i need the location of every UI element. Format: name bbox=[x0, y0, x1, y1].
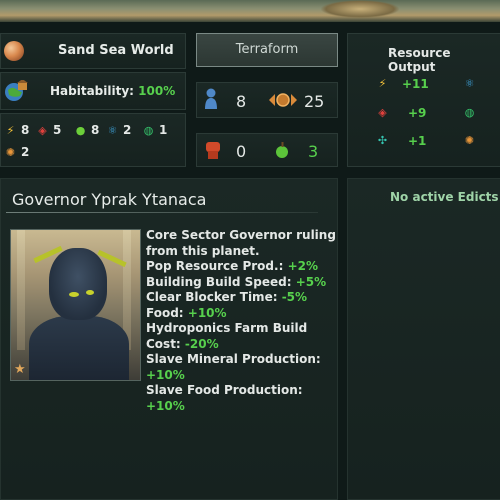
habitability-label-text: Habitability: bbox=[50, 84, 134, 98]
minerals-icon: ◈ bbox=[378, 106, 387, 119]
habitability-label: Habitability: 100% bbox=[50, 84, 175, 98]
portrait-body bbox=[29, 316, 129, 380]
edicts-panel bbox=[347, 178, 500, 500]
food-icon bbox=[275, 142, 289, 158]
resource-research[interactable]: ⚛ 2 bbox=[106, 123, 132, 137]
resource-research-value: 2 bbox=[123, 123, 132, 137]
resource-food-value: 8 bbox=[91, 123, 100, 137]
output-energy-value: +11 bbox=[402, 77, 429, 91]
research-icon: ⚛ bbox=[107, 123, 118, 137]
trade-icon: ◍ bbox=[143, 123, 154, 137]
trait-line: Slave Mineral Production: +10% bbox=[146, 352, 336, 383]
portrait-pillar bbox=[17, 230, 25, 350]
trait-label: Hydroponics Farm Build Cost: bbox=[146, 321, 308, 351]
trait-line: Building Build Speed: +5% bbox=[146, 275, 336, 291]
energy-icon: ⚡ bbox=[378, 77, 387, 90]
resource-energy[interactable]: ⚡ 8 bbox=[4, 123, 30, 137]
trait-line: Clear Blocker Time: -5% bbox=[146, 290, 336, 306]
housing-icon bbox=[268, 90, 298, 110]
planet-banner-image bbox=[0, 0, 500, 22]
governor-portrait[interactable] bbox=[10, 229, 141, 381]
pop-icon bbox=[204, 88, 218, 110]
trait-label: Building Build Speed: bbox=[146, 274, 292, 289]
trait-line: Slave Food Production: +10% bbox=[146, 383, 336, 414]
resource-food[interactable]: ● 8 bbox=[74, 123, 100, 137]
planet-icon bbox=[4, 41, 24, 61]
trait-label: Food: bbox=[146, 305, 184, 320]
trait-label: Slave Food Production: bbox=[146, 383, 303, 397]
trait-label: Slave Mineral Production: bbox=[146, 352, 321, 366]
resource-minerals[interactable]: ◈ 5 bbox=[36, 123, 61, 137]
trait-label: Clear Blocker Time: bbox=[146, 290, 278, 304]
pop-count: 8 bbox=[236, 92, 247, 111]
trait-label: Pop Resource Prod.: bbox=[146, 259, 284, 273]
output-trade-value: +1 bbox=[408, 134, 427, 148]
trait-value: -20% bbox=[184, 336, 219, 351]
trait-value: +10% bbox=[146, 367, 185, 382]
alloys-icon: ✺ bbox=[464, 134, 475, 147]
trait-line: Food: +10% bbox=[146, 306, 336, 322]
portrait-eye bbox=[86, 290, 94, 295]
minerals-icon: ◈ bbox=[38, 123, 47, 137]
habitability-icon bbox=[4, 79, 28, 102]
portrait-head bbox=[49, 248, 107, 320]
trait-value: +10% bbox=[146, 398, 185, 413]
resource-alloys[interactable]: ✺ 2 bbox=[4, 145, 29, 159]
trait-value: +2% bbox=[287, 259, 318, 273]
resource-minerals-value: 5 bbox=[53, 123, 62, 137]
governor-description: Core Sector Governor ruling from this pl… bbox=[146, 228, 336, 258]
research-icon: ⚛ bbox=[464, 77, 475, 90]
trait-value: +10% bbox=[187, 305, 227, 320]
trait-line: Hydroponics Farm Build Cost: -20% bbox=[146, 321, 336, 352]
trait-line: Pop Resource Prod.: +2% bbox=[146, 259, 336, 275]
food-count: 3 bbox=[308, 142, 319, 161]
resource-energy-value: 8 bbox=[21, 123, 30, 137]
planet-name: Sand Sea World bbox=[58, 43, 174, 58]
trade-icon: ◍ bbox=[464, 106, 475, 119]
edicts-empty-label: No active Edicts bbox=[390, 190, 499, 204]
fist-icon bbox=[204, 140, 222, 160]
resource-output-title: Resource Output bbox=[388, 46, 451, 74]
resource-alloys-value: 2 bbox=[21, 145, 30, 159]
rank-star-icon: ★ bbox=[14, 362, 26, 377]
trade-icon: ✣ bbox=[377, 134, 388, 147]
output-minerals-value: +9 bbox=[408, 106, 427, 120]
energy-icon: ⚡ bbox=[6, 123, 15, 137]
unrest-count: 0 bbox=[236, 142, 247, 161]
resource-trade[interactable]: ◍ 1 bbox=[142, 123, 168, 137]
trait-value: -5% bbox=[281, 290, 308, 304]
terraform-button[interactable]: Terraform bbox=[196, 33, 338, 67]
portrait-eye bbox=[69, 292, 79, 297]
food-icon: ● bbox=[75, 123, 86, 137]
habitability-value: 100% bbox=[138, 84, 176, 98]
governor-traits: Core Sector Governor ruling from this pl… bbox=[146, 228, 336, 414]
alloys-icon: ✺ bbox=[5, 145, 16, 159]
governor-title-divider bbox=[6, 212, 318, 213]
governor-title: Governor Yprak Ytanaca bbox=[12, 190, 207, 209]
housing-count: 25 bbox=[304, 92, 325, 111]
resource-trade-value: 1 bbox=[159, 123, 168, 137]
trait-value: +5% bbox=[295, 274, 327, 289]
